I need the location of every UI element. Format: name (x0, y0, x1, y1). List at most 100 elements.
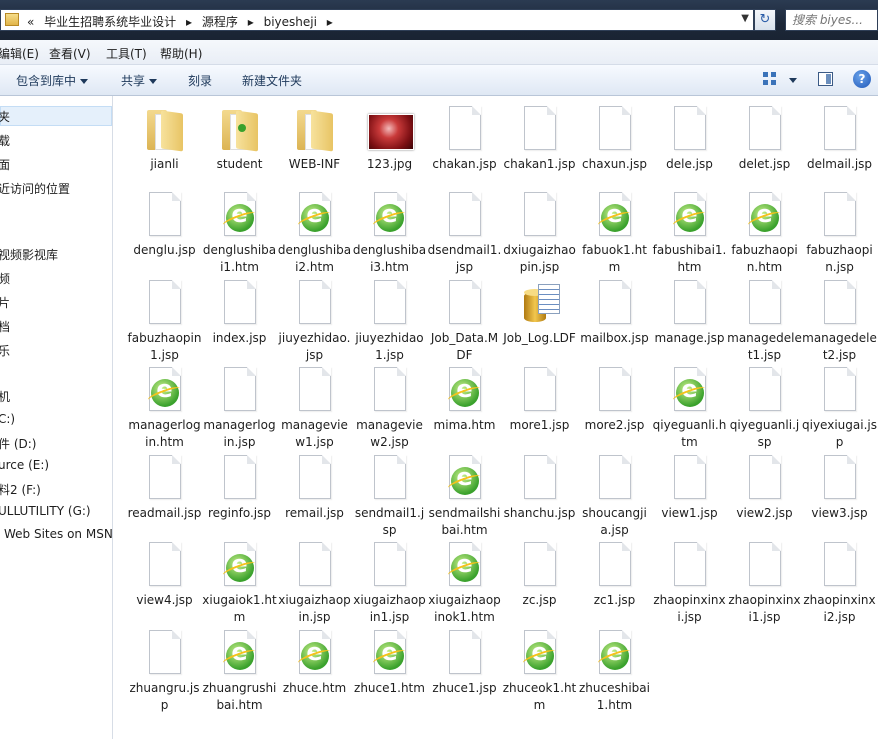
help-icon[interactable]: ? (853, 70, 871, 88)
file-item[interactable]: zhaopinxinxi.jsp (652, 542, 727, 626)
file-item[interactable]: zhaopinxinxi1.jsp (727, 542, 802, 626)
file-item[interactable]: qiyeguanli.jsp (727, 367, 802, 451)
breadcrumb-item[interactable]: 毕业生招聘系统毕业设计 (44, 15, 176, 29)
file-item[interactable]: xiugaizhaopin.jsp (277, 542, 352, 626)
file-item[interactable]: zhuce1.jsp (427, 630, 502, 697)
file-item[interactable]: shanchu.jsp (502, 455, 577, 522)
file-item[interactable]: jiuyezhidao1.jsp (352, 280, 427, 364)
file-item[interactable]: managerlogin.htm (127, 367, 202, 451)
file-item[interactable]: delmail.jsp (802, 106, 877, 173)
nav-item[interactable]: 载 (0, 132, 10, 149)
file-item[interactable]: index.jsp (202, 280, 277, 347)
file-item[interactable]: mailbox.jsp (577, 280, 652, 347)
preview-pane-icon[interactable] (818, 72, 833, 86)
file-item[interactable]: view1.jsp (652, 455, 727, 522)
file-item[interactable]: zhuceok1.htm (502, 630, 577, 714)
file-item[interactable]: managerlogin.jsp (202, 367, 277, 451)
file-item[interactable]: chakan1.jsp (502, 106, 577, 173)
breadcrumb-item[interactable]: 源程序 (202, 15, 238, 29)
nav-item[interactable]: 件 (D:) (0, 435, 36, 452)
nav-item[interactable]: 乐 (0, 342, 10, 359)
file-item[interactable]: xiugaiok1.htm (202, 542, 277, 626)
file-item[interactable]: mima.htm (427, 367, 502, 434)
file-item[interactable]: remail.jsp (277, 455, 352, 522)
file-item[interactable]: more1.jsp (502, 367, 577, 434)
file-item[interactable]: jiuyezhidao.jsp (277, 280, 352, 364)
file-item[interactable]: WEB-INF (277, 106, 352, 173)
file-item[interactable]: zhuceshibai1.htm (577, 630, 652, 714)
chevron-down-icon[interactable] (789, 78, 797, 83)
file-item[interactable]: denglushibai3.htm (352, 192, 427, 276)
file-item[interactable]: chakan.jsp (427, 106, 502, 173)
file-item[interactable]: denglushibai1.htm (202, 192, 277, 276)
file-item[interactable]: zhuce.htm (277, 630, 352, 697)
nav-item[interactable]: ULLUTILITY (G:) (0, 504, 91, 518)
file-item[interactable]: qiyeguanli.htm (652, 367, 727, 451)
view-options-icon[interactable] (763, 72, 777, 86)
file-item[interactable]: reginfo.jsp (202, 455, 277, 522)
nav-item[interactable]: 近访问的位置 (0, 180, 70, 197)
file-item[interactable]: fabuzhaopin1.jsp (127, 280, 202, 364)
new-folder-button[interactable]: 新建文件夹 (242, 72, 302, 89)
file-item[interactable]: view4.jsp (127, 542, 202, 609)
file-item[interactable]: zc.jsp (502, 542, 577, 609)
file-item[interactable]: delet.jsp (727, 106, 802, 173)
chevron-down-icon[interactable]: ▼ (741, 13, 749, 24)
share-button[interactable]: 共享 (121, 72, 158, 89)
search-input[interactable] (792, 11, 874, 29)
file-item[interactable]: sendmail1.jsp (352, 455, 427, 539)
file-item[interactable]: manageview2.jsp (352, 367, 427, 451)
file-item[interactable]: shoucangjia.jsp (577, 455, 652, 539)
file-item[interactable]: fabuzhaopin.jsp (802, 192, 877, 276)
file-item[interactable]: more2.jsp (577, 367, 652, 434)
nav-item[interactable]: 夹 (0, 108, 10, 125)
file-item[interactable]: sendmailshibai.htm (427, 455, 502, 539)
menu-view[interactable]: 查看(V) (49, 45, 91, 62)
file-item[interactable]: zhaopinxinxi2.jsp (802, 542, 877, 626)
breadcrumb-separator[interactable]: ▸ (327, 15, 333, 29)
file-item[interactable]: zhuangru.jsp (127, 630, 202, 714)
burn-button[interactable]: 刻录 (188, 72, 212, 89)
file-item[interactable]: zhuce1.htm (352, 630, 427, 697)
file-item[interactable]: denglushibai2.htm (277, 192, 352, 276)
file-item[interactable]: zc1.jsp (577, 542, 652, 609)
nav-item[interactable]: 频 (0, 270, 10, 287)
file-item[interactable]: qiyexiugai.jsp (802, 367, 877, 451)
file-item[interactable]: readmail.jsp (127, 455, 202, 522)
nav-item[interactable]: 视频影视库 (0, 246, 58, 263)
breadcrumb-item[interactable]: biyesheji (264, 15, 317, 29)
file-item[interactable]: xiugaizhaopinok1.htm (427, 542, 502, 626)
file-item[interactable]: zhuangrushibai.htm (202, 630, 277, 714)
search-box[interactable] (785, 9, 878, 31)
menu-edit[interactable]: 编辑(E) (0, 45, 39, 62)
refresh-button[interactable]: ↻ (754, 9, 776, 31)
menu-tools[interactable]: 工具(T) (106, 45, 147, 62)
nav-item[interactable]: 档 (0, 318, 10, 335)
file-item[interactable]: dxiugaizhaopin.jsp (502, 192, 577, 276)
file-item[interactable]: xiugaizhaopin1.jsp (352, 542, 427, 626)
file-item[interactable]: Job_Data.MDF (427, 280, 502, 364)
file-item[interactable]: dele.jsp (652, 106, 727, 173)
include-library-button[interactable]: 包含到库中 (16, 72, 89, 89)
file-item[interactable]: denglu.jsp (127, 192, 202, 259)
breadcrumb-separator[interactable]: ▸ (186, 15, 192, 29)
file-item[interactable]: manage.jsp (652, 280, 727, 347)
file-item[interactable]: view3.jsp (802, 455, 877, 522)
nav-item[interactable]: 面 (0, 156, 10, 173)
breadcrumb-overflow[interactable]: « (27, 15, 34, 29)
file-item[interactable]: managedelet1.jsp (727, 280, 802, 364)
file-item[interactable]: view2.jsp (727, 455, 802, 522)
file-item[interactable]: 123.jpg (352, 106, 427, 173)
file-item[interactable]: dsendmail1.jsp (427, 192, 502, 276)
nav-item[interactable]: Web Sites on MSN (4, 527, 112, 541)
address-bar[interactable]: « 毕业生招聘系统毕业设计 ▸ 源程序 ▸ biyesheji ▸ ▼ (0, 9, 754, 31)
file-item[interactable]: manageview1.jsp (277, 367, 352, 451)
file-item[interactable]: managedelet2.jsp (802, 280, 877, 364)
file-item[interactable]: fabuzhaopin.htm (727, 192, 802, 276)
nav-item[interactable]: C:) (0, 412, 15, 426)
file-item[interactable]: fabuok1.htm (577, 192, 652, 276)
nav-item[interactable]: urce (E:) (0, 458, 49, 472)
file-item[interactable]: chaxun.jsp (577, 106, 652, 173)
file-item[interactable]: fabushibai1.htm (652, 192, 727, 276)
breadcrumb-separator[interactable]: ▸ (248, 15, 254, 29)
